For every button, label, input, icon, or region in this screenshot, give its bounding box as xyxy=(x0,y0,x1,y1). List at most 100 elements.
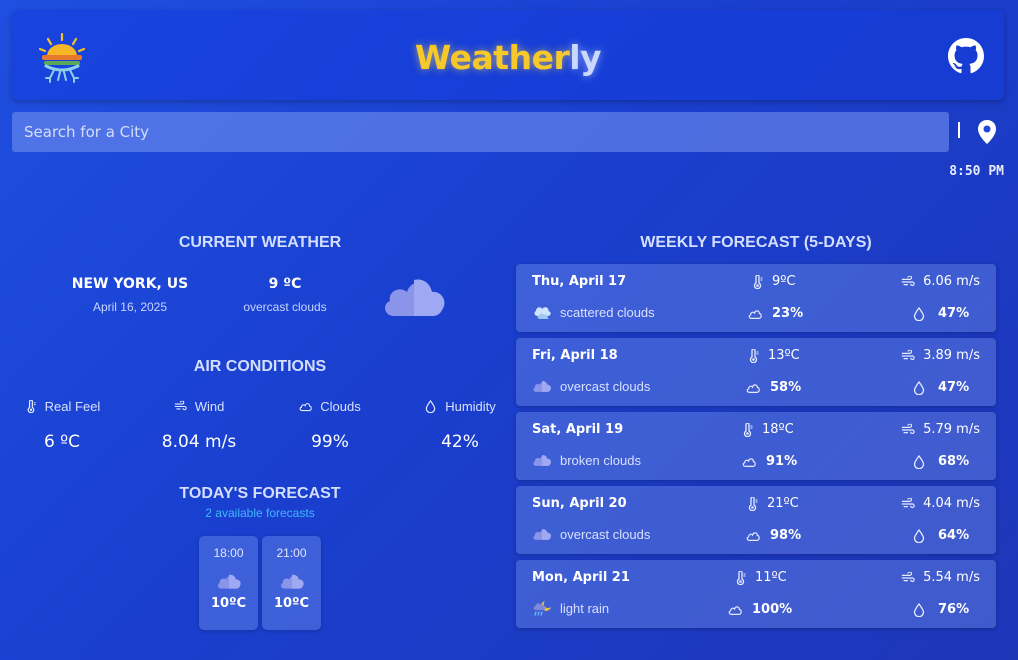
real-feel-value: 6 ºC xyxy=(43,432,81,452)
air-conditions-title: AIR CONDITIONS xyxy=(193,358,327,375)
forecast-description: scattered clouds xyxy=(532,304,655,320)
app-title: Weatherly xyxy=(12,38,1004,77)
current-time: 8:50 PM xyxy=(949,164,1004,179)
hourly-forecast-card: 18:00 10ºC xyxy=(199,536,258,630)
forecast-time: 18:00 xyxy=(213,546,244,560)
wind-icon xyxy=(174,400,187,413)
app-title-suffix: ly xyxy=(569,38,602,77)
cloud-outline-icon xyxy=(746,529,760,543)
air-condition-real-feel: Real Feel xyxy=(2,398,122,417)
forecast-clouds-value: 23% xyxy=(772,306,804,321)
todays-forecast-title: TODAY'S FORECAST xyxy=(179,485,341,502)
location-pin-icon[interactable] xyxy=(976,119,998,145)
cloud-outline-icon xyxy=(746,381,760,395)
forecast-humidity: 47% xyxy=(912,306,969,321)
wind-icon xyxy=(901,423,915,437)
air-condition-wind: Wind xyxy=(139,398,259,417)
search-input[interactable] xyxy=(12,112,949,152)
thermometer-icon xyxy=(746,349,760,363)
forecast-day: Mon, April 21 xyxy=(532,570,630,585)
clouds-value: 99% xyxy=(311,432,349,452)
forecast-humidity: 64% xyxy=(912,528,969,543)
forecast-clouds: 98% xyxy=(746,528,801,543)
forecast-wind-value: 5.79 m/s xyxy=(923,422,980,437)
air-condition-clouds: Clouds xyxy=(270,398,390,417)
cloud-outline-icon xyxy=(299,400,312,413)
forecast-description-text: overcast clouds xyxy=(560,526,651,542)
forecast-wind: 5.79 m/s xyxy=(901,422,980,437)
forecast-humidity-value: 68% xyxy=(938,454,970,469)
current-temperature: 9 ºC xyxy=(268,276,302,292)
forecast-humidity: 47% xyxy=(912,380,969,395)
forecast-wind-value: 6.06 m/s xyxy=(923,274,980,289)
forecast-wind-value: 5.54 m/s xyxy=(923,570,980,585)
forecast-description-text: broken clouds xyxy=(560,452,641,468)
forecast-wind-value: 4.04 m/s xyxy=(923,496,980,511)
forecast-description-text: scattered clouds xyxy=(560,304,655,320)
droplet-icon xyxy=(912,455,926,469)
forecast-clouds-value: 98% xyxy=(770,528,802,543)
droplet-icon xyxy=(912,529,926,543)
droplet-icon xyxy=(424,400,437,413)
thermometer-icon xyxy=(750,275,764,289)
forecast-wind: 4.04 m/s xyxy=(901,496,980,511)
forecast-temp: 10ºC xyxy=(274,596,309,611)
air-condition-humidity: Humidity xyxy=(400,398,520,417)
hourly-forecast-card: 21:00 10ºC xyxy=(262,536,321,630)
wind-icon xyxy=(901,497,915,511)
forecast-temp-value: 13ºC xyxy=(768,348,800,363)
forecast-description: overcast clouds xyxy=(532,378,650,394)
cloud-icon xyxy=(279,572,305,590)
forecast-day: Sun, April 20 xyxy=(532,496,627,511)
forecast-clouds: 58% xyxy=(746,380,801,395)
forecast-description: broken clouds xyxy=(532,452,641,468)
air-condition-label: Real Feel xyxy=(44,399,101,414)
forecast-clouds: 91% xyxy=(742,454,797,469)
forecast-temp: 13ºC xyxy=(746,348,800,363)
thermometer-icon xyxy=(745,497,759,511)
forecast-description-text: light rain xyxy=(560,600,610,616)
forecast-day: Thu, April 17 xyxy=(532,274,627,289)
droplet-icon xyxy=(912,603,926,617)
daily-forecast-row: Thu, April 17 scattered clouds 9ºC 6.06 … xyxy=(516,264,996,332)
droplet-icon xyxy=(912,381,926,395)
cloud-icon xyxy=(380,274,448,318)
forecast-temp: 11ºC xyxy=(733,570,787,585)
scattered-clouds-icon xyxy=(534,307,551,319)
daily-forecast-row: Fri, April 18 overcast clouds 13ºC 3.89 … xyxy=(516,338,996,406)
humidity-value: 42% xyxy=(441,432,479,452)
forecast-time: 21:00 xyxy=(276,546,307,560)
droplet-icon xyxy=(912,307,926,321)
air-condition-label: Humidity xyxy=(445,399,496,414)
thermometer-icon xyxy=(740,423,754,437)
cloud-icon xyxy=(216,572,242,590)
thermometer-icon xyxy=(733,571,747,585)
forecast-day: Fri, April 18 xyxy=(532,348,618,363)
air-condition-label: Wind xyxy=(194,399,225,414)
forecast-humidity-value: 64% xyxy=(938,528,970,543)
thermometer-icon xyxy=(24,400,37,413)
daily-forecast-row: Sun, April 20 overcast clouds 21ºC 4.04 … xyxy=(516,486,996,554)
daily-forecast-row: Sat, April 19 broken clouds 18ºC 5.79 m/… xyxy=(516,412,996,480)
forecast-temp-value: 11ºC xyxy=(755,570,787,585)
forecast-temp: 9ºC xyxy=(750,274,795,289)
github-icon[interactable] xyxy=(948,38,984,74)
wind-value: 8.04 m/s xyxy=(161,432,237,452)
forecast-wind: 5.54 m/s xyxy=(901,570,980,585)
forecast-humidity: 76% xyxy=(912,602,969,617)
cloud-icon xyxy=(532,452,552,468)
cloud-icon xyxy=(532,378,552,394)
night-rain-icon xyxy=(533,601,551,616)
forecast-temp-value: 18ºC xyxy=(762,422,794,437)
forecast-humidity: 68% xyxy=(912,454,969,469)
forecast-day: Sat, April 19 xyxy=(532,422,624,437)
current-description: overcast clouds xyxy=(243,300,327,314)
air-condition-label: Clouds xyxy=(320,399,361,414)
forecast-clouds-value: 91% xyxy=(766,454,798,469)
forecast-wind: 3.89 m/s xyxy=(901,348,980,363)
forecast-clouds: 23% xyxy=(748,306,803,321)
wind-icon xyxy=(901,275,915,289)
forecast-description: overcast clouds xyxy=(532,526,650,542)
forecast-wind: 6.06 m/s xyxy=(901,274,980,289)
forecast-temp-value: 9ºC xyxy=(772,274,796,289)
